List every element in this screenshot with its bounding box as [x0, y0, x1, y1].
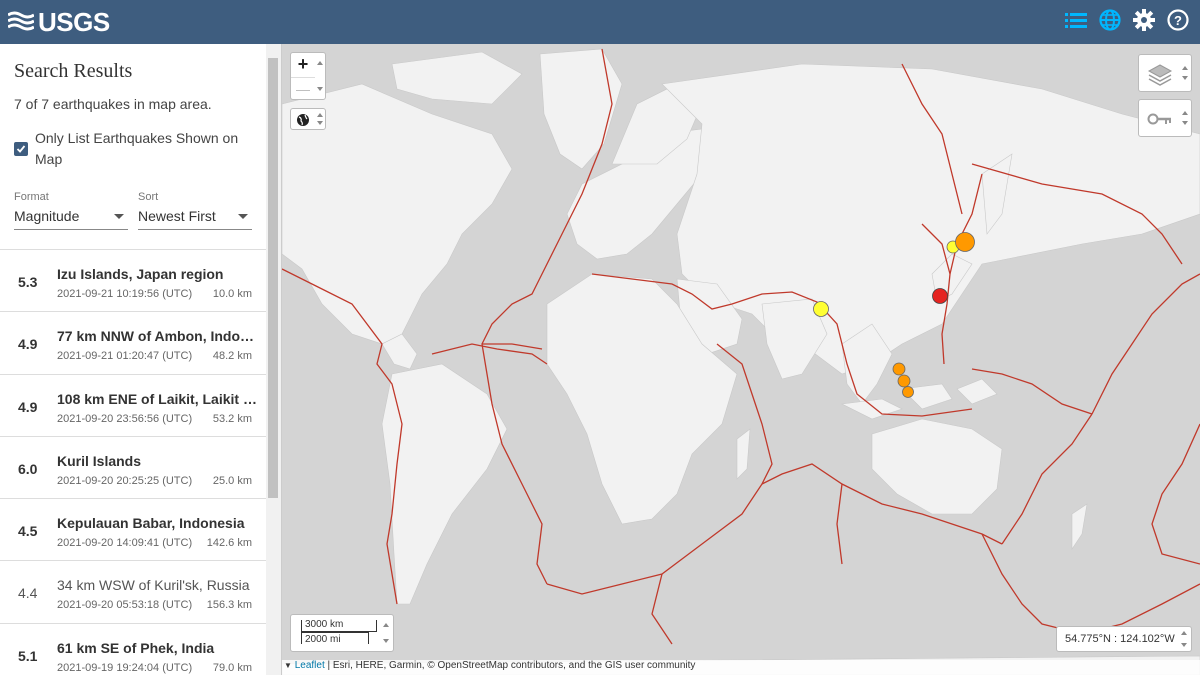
chevron-down-icon	[238, 214, 248, 219]
location: Kepulauan Babar, Indonesia	[57, 515, 245, 532]
map-view[interactable]: + — 3000 km 2000 mi 54.775°N : 124.102°W	[282, 44, 1200, 675]
depth: 142.6 km	[206, 537, 252, 550]
timestamp: 2021-09-20 20:25:25 (UTC)	[57, 474, 193, 487]
chevron-down-icon[interactable]	[317, 87, 323, 91]
depth: 156.3 km	[206, 599, 252, 612]
timestamp: 2021-09-20 05:53:18 (UTC)	[57, 599, 193, 612]
timestamp: 2021-09-20 14:09:41 (UTC)	[57, 537, 193, 550]
search-results-panel: Search Results 7 of 7 earthquakes in map…	[0, 44, 282, 675]
globe-icon[interactable]	[1098, 8, 1122, 32]
location: 61 km SE of Phek, India	[57, 639, 215, 656]
format-select[interactable]: Magnitude	[14, 208, 128, 230]
usgs-logo[interactable]: USGS	[8, 6, 110, 37]
quake-marker-babar[interactable]	[902, 386, 914, 398]
magnitude: 4.5	[18, 523, 38, 540]
depth: 48.2 km	[212, 350, 252, 363]
usgs-wave-icon	[8, 11, 34, 31]
chevron-down-icon	[317, 121, 323, 125]
depth: 10.0 km	[212, 288, 252, 300]
scale-km-label: 3000 km	[305, 619, 344, 630]
quake-marker-izu[interactable]	[932, 288, 948, 304]
format-value: Magnitude	[14, 208, 80, 224]
attribution-text: | Esri, HERE, Garmin, © OpenStreetMap co…	[324, 660, 696, 671]
magnitude: 4.4	[18, 585, 38, 602]
map-attribution: ▼ Leaflet | Esri, HERE, Garmin, © OpenSt…	[282, 660, 1200, 675]
earthquake-item[interactable]: 5.1 61 km SE of Phek, India 2021-09-19 1…	[0, 622, 266, 675]
chevron-down-icon	[1182, 76, 1188, 80]
location: 34 km WSW of Kuril'sk, Russia	[57, 577, 250, 594]
location: Izu Islands, Japan region	[57, 266, 224, 282]
check-icon	[16, 145, 26, 153]
chevron-down-icon	[114, 214, 124, 219]
chevron-up-icon	[317, 113, 323, 117]
sort-label: Sort	[138, 191, 159, 203]
earthquake-item[interactable]: 4.9 77 km NNW of Ambon, Indonesia 2021-0…	[0, 311, 266, 373]
earthquake-item[interactable]: 4.5 Kepulauan Babar, Indonesia 2021-09-2…	[0, 498, 266, 560]
magnitude: 6.0	[18, 460, 38, 477]
earthquake-item[interactable]: 4.4 34 km WSW of Kuril'sk, Russia 2021-0…	[0, 560, 266, 622]
quake-marker-phek[interactable]	[813, 301, 829, 317]
earthquake-list: 5.3 Izu Islands, Japan region 2021-09-21…	[0, 249, 266, 675]
magnitude: 5.3	[18, 274, 38, 290]
chevron-down-icon	[1181, 643, 1187, 647]
magnitude: 5.1	[18, 647, 38, 664]
location: 77 km NNW of Ambon, Indonesia	[57, 328, 257, 345]
timestamp: 2021-09-19 19:24:04 (UTC)	[57, 661, 193, 674]
magnitude: 4.9	[18, 336, 38, 353]
earthquake-item[interactable]: 4.9 108 km ENE of Laikit, Laikit II (Dim…	[0, 373, 266, 436]
layers-icon	[1147, 64, 1173, 86]
earthquake-item[interactable]: 6.0 Kuril Islands 2021-09-20 20:25:25 (U…	[0, 435, 266, 498]
magnitude: 4.9	[18, 398, 38, 415]
location: Kuril Islands	[57, 452, 142, 469]
cursor-coordinates: 54.775°N : 124.102°W	[1065, 633, 1175, 645]
app-header: USGS ?	[0, 0, 1200, 44]
header-toolbar: ?	[1064, 8, 1190, 32]
timestamp: 2021-09-21 01:20:47 (UTC)	[57, 350, 193, 363]
list-icon[interactable]	[1064, 8, 1088, 32]
chevron-up-icon[interactable]	[317, 61, 323, 65]
globe-icon	[297, 114, 309, 126]
brand-name: USGS	[38, 6, 110, 37]
timestamp: 2021-09-20 23:56:56 (UTC)	[57, 412, 193, 425]
world-view-control[interactable]	[290, 108, 326, 130]
quake-marker-kuril-islands[interactable]	[955, 232, 975, 252]
layers-control[interactable]	[1138, 54, 1192, 92]
chevron-up-icon	[383, 623, 389, 627]
only-list-checkbox[interactable]	[14, 142, 28, 156]
chevron-up-icon	[1181, 631, 1187, 635]
chevron-up-icon	[1182, 66, 1188, 70]
leaflet-link[interactable]: Leaflet	[295, 660, 325, 671]
chevron-down-icon	[383, 639, 389, 643]
scrollbar-thumb[interactable]	[268, 58, 278, 498]
scale-control: 3000 km 2000 mi	[290, 614, 394, 652]
legend-control[interactable]	[1138, 99, 1192, 137]
zoom-in-button[interactable]: +	[291, 53, 315, 77]
key-icon	[1147, 113, 1171, 125]
gear-icon[interactable]	[1132, 8, 1156, 32]
format-label: Format	[14, 191, 49, 203]
location: 108 km ENE of Laikit, Laikit II (Dimembe…	[57, 390, 257, 407]
scale-mi-label: 2000 mi	[305, 634, 341, 645]
panel-title: Search Results	[14, 60, 133, 82]
help-icon[interactable]: ?	[1166, 8, 1190, 32]
depth: 53.2 km	[212, 412, 252, 425]
depth: 79.0 km	[212, 661, 252, 674]
world-map[interactable]	[282, 44, 1200, 675]
quake-marker-ambon[interactable]	[897, 374, 911, 388]
zoom-out-button[interactable]: —	[291, 77, 315, 101]
depth: 25.0 km	[212, 474, 252, 487]
timestamp: 2021-09-21 10:19:56 (UTC)	[57, 288, 193, 300]
quake-marker-laikit[interactable]	[892, 362, 906, 376]
earthquake-item[interactable]: 5.3 Izu Islands, Japan region 2021-09-21…	[0, 249, 266, 311]
zoom-control: + —	[290, 52, 326, 100]
only-list-label[interactable]: Only List Earthquakes Shown on Map	[35, 128, 255, 170]
coordinates-control: 54.775°N : 124.102°W	[1056, 626, 1192, 652]
sort-select[interactable]: Newest First	[138, 208, 252, 230]
chevron-down-icon	[1182, 121, 1188, 125]
chevron-up-icon	[1182, 111, 1188, 115]
result-count: 7 of 7 earthquakes in map area.	[14, 96, 212, 112]
caret-down-icon[interactable]: ▼	[284, 661, 292, 670]
svg-text:?: ?	[1174, 13, 1182, 28]
sort-value: Newest First	[138, 208, 216, 224]
